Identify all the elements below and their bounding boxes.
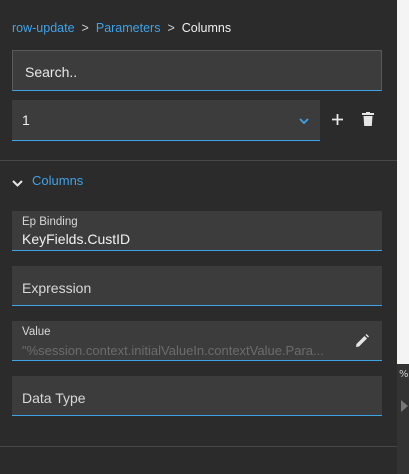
parameter-select-value: 1	[22, 112, 30, 128]
chevron-down-icon	[12, 176, 23, 191]
pencil-icon[interactable]	[355, 334, 369, 353]
section-title: Columns	[32, 173, 84, 188]
expression-label: Expression	[22, 280, 92, 296]
parameter-select[interactable]: 1	[12, 100, 320, 141]
percent-glyph: %	[399, 369, 409, 380]
breadcrumb: row-update > Parameters > Columns	[12, 21, 231, 35]
adjacent-panel-dark-area	[397, 364, 409, 474]
value-label: Value	[22, 326, 51, 338]
search-input[interactable]	[23, 51, 367, 92]
value-placeholder: "%session.context.initialValueIn.context…	[22, 343, 324, 358]
ep-binding-label: Ep Binding	[22, 216, 78, 228]
value-field[interactable]: Value "%session.context.initialValueIn.c…	[12, 321, 382, 361]
search-field	[12, 50, 382, 92]
properties-panel: row-update>Parameters>Columns 1 Columns …	[0, 0, 397, 474]
ep-binding-value: KeyFields.CustID	[22, 231, 131, 247]
divider	[0, 160, 397, 161]
expand-arrow-icon[interactable]	[401, 400, 408, 412]
ep-binding-field[interactable]: Ep Binding KeyFields.CustID	[12, 211, 382, 251]
expression-field[interactable]: Expression	[12, 266, 382, 306]
adjacent-panel-edge: %	[397, 0, 409, 474]
data-type-field[interactable]: Data Type	[12, 376, 382, 416]
plus-icon[interactable]	[331, 113, 344, 131]
breadcrumb-current: Columns	[181, 21, 232, 35]
breadcrumb-link-parameters[interactable]: Parameters	[96, 21, 161, 35]
breadcrumb-separator: >	[81, 21, 89, 35]
data-type-label: Data Type	[22, 390, 86, 406]
trash-icon[interactable]	[362, 112, 374, 131]
breadcrumb-separator: >	[167, 21, 175, 35]
divider	[0, 446, 397, 447]
breadcrumb-link-row-update[interactable]: row-update	[12, 21, 75, 35]
chevron-down-icon	[298, 114, 310, 132]
